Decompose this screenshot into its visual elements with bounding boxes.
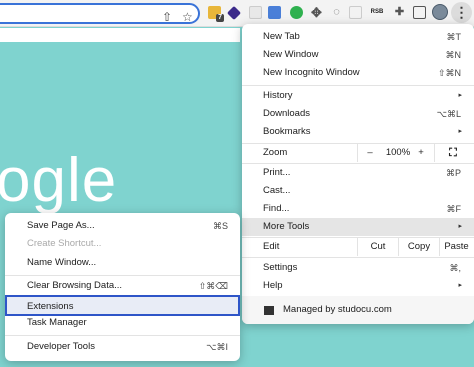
more-tools-submenu: Save Page As... ⌘S Create Shortcut... Nam…	[5, 213, 240, 361]
browser-toolbar: ⇧ ☆ 7 ✥ ◌ RSB ✚ ⋮	[0, 0, 474, 27]
zoom-label: Zoom	[263, 147, 288, 158]
chrome-menu-button[interactable]: ⋮	[451, 2, 472, 23]
menu-item-downloads[interactable]: Downloads ⌥⌘L	[242, 105, 474, 123]
submenu-item-extensions[interactable]: Extensions	[5, 295, 240, 316]
submenu-item-clear-browsing-data[interactable]: Clear Browsing Data... ⇧⌘⌫	[5, 277, 240, 295]
menu-item-new-window[interactable]: New Window ⌘N	[242, 46, 474, 64]
cut-button[interactable]: Cut	[358, 238, 398, 256]
building-icon	[264, 306, 274, 315]
extension-grammarly-icon[interactable]	[290, 6, 303, 19]
zoom-level: 100%	[385, 147, 411, 158]
share-icon[interactable]: ⇧	[162, 10, 172, 24]
address-bar[interactable]: ⇧ ☆	[0, 3, 200, 24]
side-panel-icon[interactable]	[413, 6, 426, 19]
submenu-item-developer-tools[interactable]: Developer Tools ⌥⌘I	[5, 338, 240, 356]
menu-item-help[interactable]: Help ▸	[242, 277, 474, 295]
fullscreen-icon[interactable]: ⛶	[446, 144, 460, 162]
extension-timer-icon[interactable]: ◌	[330, 6, 343, 19]
menu-item-bookmarks[interactable]: Bookmarks ▸	[242, 123, 474, 141]
extension-notes-icon[interactable]: 7	[208, 6, 224, 22]
menu-separator	[5, 335, 240, 336]
paste-button[interactable]: Paste	[439, 238, 474, 256]
managed-by-footer[interactable]: Managed by studocu.com	[242, 296, 474, 324]
edit-label: Edit	[263, 241, 280, 252]
copy-button[interactable]: Copy	[399, 238, 439, 256]
menu-item-more-tools[interactable]: More Tools ▸	[242, 218, 474, 236]
menu-item-settings[interactable]: Settings ⌘,	[242, 259, 474, 277]
menu-edit-row: Edit Cut Copy Paste	[242, 238, 474, 256]
page-header-strip	[0, 28, 240, 42]
profile-avatar[interactable]	[432, 4, 448, 20]
zoom-divider	[357, 144, 358, 162]
menu-separator	[242, 257, 474, 258]
extension-translate-icon[interactable]	[268, 6, 281, 19]
menu-item-find[interactable]: Find... ⌘F	[242, 200, 474, 218]
extension-diamond-icon[interactable]	[226, 5, 242, 21]
extension-blank-icon[interactable]	[249, 6, 262, 19]
managed-by-label: Managed by studocu.com	[283, 304, 392, 315]
zoom-out-button[interactable]: –	[360, 144, 380, 162]
extensions-puzzle-icon[interactable]: ✚	[393, 6, 406, 19]
google-logo-fragment: ogle	[0, 146, 118, 215]
submenu-item-create-shortcut: Create Shortcut...	[27, 238, 102, 249]
submenu-item-name-window[interactable]: Name Window...	[5, 254, 240, 272]
menu-item-cast[interactable]: Cast...	[242, 182, 474, 200]
extensions-label: Extensions	[27, 301, 74, 312]
zoom-in-button[interactable]: +	[414, 144, 428, 162]
menu-zoom-row: Zoom – 100% + ⛶	[242, 144, 474, 162]
chrome-main-menu: New Tab ⌘T New Window ⌘N New Incognito Win…	[242, 24, 474, 324]
menu-item-history[interactable]: History ▸	[242, 87, 474, 105]
menu-separator	[242, 85, 474, 86]
extension-grid-icon[interactable]	[349, 6, 362, 19]
menu-item-new-tab[interactable]: New Tab ⌘T	[242, 28, 474, 46]
bookmark-star-icon[interactable]: ☆	[182, 10, 193, 24]
zoom-divider	[434, 144, 435, 162]
submenu-item-save-page[interactable]: Save Page As... ⌘S	[5, 217, 240, 235]
menu-item-new-incognito[interactable]: New Incognito Window ⇧⌘N	[242, 64, 474, 82]
extension-move-icon[interactable]: ✥	[310, 6, 323, 19]
submenu-item-task-manager[interactable]: Task Manager	[5, 314, 240, 332]
menu-item-print[interactable]: Print... ⌘P	[242, 164, 474, 182]
extension-rsb-icon[interactable]: RSB	[368, 6, 386, 19]
menu-separator	[5, 275, 240, 276]
